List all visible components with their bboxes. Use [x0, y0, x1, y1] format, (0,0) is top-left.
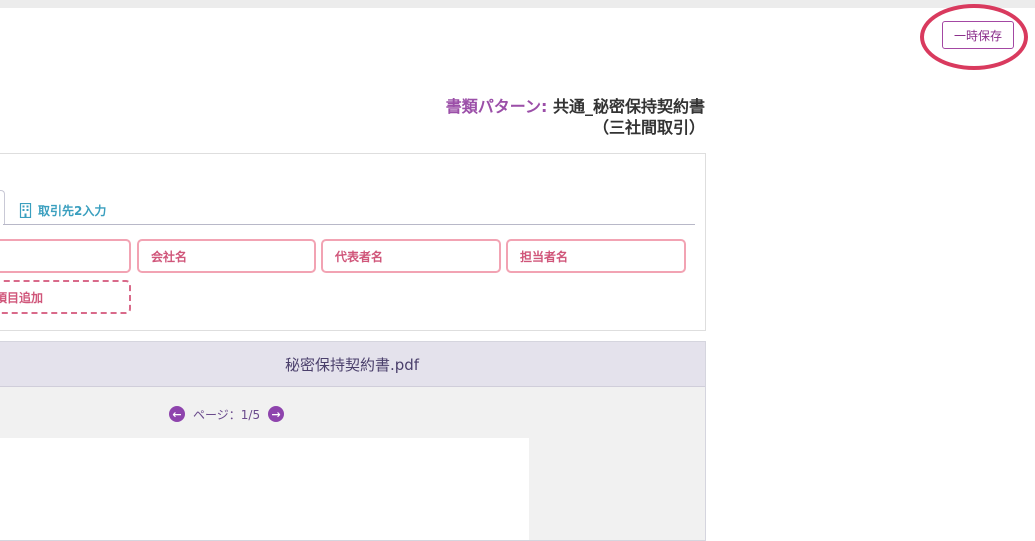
document-pattern-subtitle: （三社間取引） — [592, 118, 705, 137]
document-pattern-title: 書類パターン: 共通_秘密保持契約書 （三社間取引） — [446, 96, 705, 138]
page-indicator: ページ：1/5 — [193, 407, 261, 422]
document-pattern-name: 共通_秘密保持契約書 — [552, 97, 705, 116]
pdf-page — [0, 438, 529, 540]
pager: ← ページ：1/5 → — [169, 404, 285, 424]
input-panel: 取引先2入力 名 会社名 代表者名 担当者名 項目追加 — [0, 153, 706, 331]
document-pattern-label: 書類パターン: — [445, 97, 548, 116]
field-company-name[interactable]: 会社名 — [137, 239, 316, 273]
add-field-button[interactable]: 項目追加 — [0, 280, 131, 314]
tab-partner-1[interactable] — [0, 190, 5, 225]
pdf-viewer: 秘密保持契約書.pdf ← ページ：1/5 → — [0, 341, 706, 541]
field-contact-person[interactable]: 担当者名 — [506, 239, 686, 273]
previous-page-icon[interactable]: ← — [169, 406, 185, 422]
tab-partner-2-label: 取引先2入力 — [38, 203, 107, 218]
field-representative-name[interactable]: 代表者名 — [321, 239, 501, 273]
pdf-filename: 秘密保持契約書.pdf — [0, 342, 705, 387]
tab-partner-2[interactable]: 取引先2入力 — [19, 199, 106, 221]
temporary-save-button[interactable]: 一時保存 — [942, 21, 1014, 49]
tab-divider — [3, 224, 695, 225]
field-name[interactable]: 名 — [0, 239, 131, 273]
next-page-icon[interactable]: → — [268, 406, 285, 422]
top-bar — [0, 0, 1035, 8]
building-icon — [19, 202, 32, 218]
